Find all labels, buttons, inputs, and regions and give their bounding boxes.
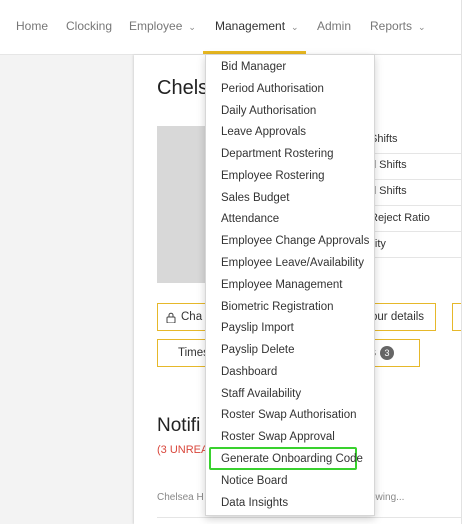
- stat-shifts-3: d Shifts: [370, 185, 407, 197]
- nav-reports-label: Reports: [370, 19, 413, 33]
- menu-item-dashboard[interactable]: Dashboard: [221, 362, 277, 382]
- profile-name: Chels: [157, 77, 209, 99]
- lock-icon: [166, 312, 176, 323]
- stat-shifts-2: d Shifts: [370, 159, 407, 171]
- nav-employee[interactable]: Employee ⌄: [129, 19, 196, 33]
- nav-admin-label: Admin: [317, 19, 352, 33]
- right-panel-edge: [461, 0, 474, 524]
- chevron-down-icon: ⌄: [418, 22, 426, 32]
- management-dropdown-menu: Bid Manager Period Authorisation Daily A…: [205, 54, 375, 516]
- count-badge: 3: [379, 346, 394, 360]
- menu-item-sales-budget[interactable]: Sales Budget: [221, 188, 289, 208]
- unread-count: (3 UNREA: [157, 444, 209, 456]
- chevron-down-icon: ⌄: [188, 22, 196, 32]
- stat-shifts: Shifts: [370, 133, 398, 145]
- divider: [370, 153, 474, 154]
- menu-item-period-authorisation[interactable]: Period Authorisation: [221, 79, 324, 99]
- menu-item-payslip-delete[interactable]: Payslip Delete: [221, 340, 295, 360]
- menu-item-attendance[interactable]: Attendance: [221, 209, 279, 229]
- menu-item-daily-authorisation[interactable]: Daily Authorisation: [221, 101, 316, 121]
- menu-item-bid-manager[interactable]: Bid Manager: [221, 57, 286, 77]
- divider: [370, 179, 474, 180]
- menu-item-roster-swap-approval[interactable]: Roster Swap Approval: [221, 427, 335, 447]
- divider: [370, 257, 474, 258]
- menu-item-employee-leave-availability[interactable]: Employee Leave/Availability: [221, 253, 364, 273]
- menu-item-data-insights[interactable]: Data Insights: [221, 493, 288, 513]
- stat-availability: ility: [370, 238, 386, 250]
- menu-item-leave-approvals[interactable]: Leave Approvals: [221, 122, 306, 142]
- top-navigation: Home Clocking Employee ⌄ Management ⌄ Admi…: [0, 0, 474, 55]
- menu-item-staff-availability[interactable]: Staff Availability: [221, 384, 301, 404]
- notification-text[interactable]: owing...: [370, 492, 404, 503]
- nav-management-label: Management: [215, 19, 286, 33]
- change-password-label: Cha: [181, 311, 203, 323]
- divider: [370, 205, 474, 206]
- your-details-label: our details: [371, 311, 425, 323]
- nav-reports[interactable]: Reports ⌄: [370, 19, 426, 33]
- menu-item-generate-onboarding-code[interactable]: Generate Onboarding Code: [221, 449, 363, 469]
- notification-sender[interactable]: Chelsea H: [157, 492, 204, 503]
- menu-item-notice-board[interactable]: Notice Board: [221, 471, 287, 491]
- menu-item-employee-rostering[interactable]: Employee Rostering: [221, 166, 325, 186]
- nav-clocking[interactable]: Clocking: [66, 19, 112, 33]
- nav-admin[interactable]: Admin: [317, 19, 351, 33]
- divider: [370, 231, 474, 232]
- menu-item-department-rostering[interactable]: Department Rostering: [221, 144, 334, 164]
- profile-photo: [157, 126, 205, 283]
- menu-item-employee-change-approvals[interactable]: Employee Change Approvals: [221, 231, 369, 251]
- chevron-down-icon: ⌄: [291, 22, 299, 32]
- divider: [157, 517, 474, 518]
- nav-employee-label: Employee: [129, 19, 183, 33]
- notifications-title: Notifi: [157, 415, 201, 436]
- nav-clocking-label: Clocking: [66, 19, 113, 33]
- menu-item-payslip-import[interactable]: Payslip Import: [221, 318, 294, 338]
- menu-item-roster-swap-authorisation[interactable]: Roster Swap Authorisation: [221, 405, 357, 425]
- nav-home[interactable]: Home: [16, 19, 48, 33]
- menu-item-biometric-registration[interactable]: Biometric Registration: [221, 297, 333, 317]
- menu-item-employee-management[interactable]: Employee Management: [221, 275, 342, 295]
- nav-management[interactable]: Management ⌄: [215, 19, 299, 33]
- stat-reject-ratio: Reject Ratio: [370, 212, 430, 224]
- nav-home-label: Home: [16, 19, 49, 33]
